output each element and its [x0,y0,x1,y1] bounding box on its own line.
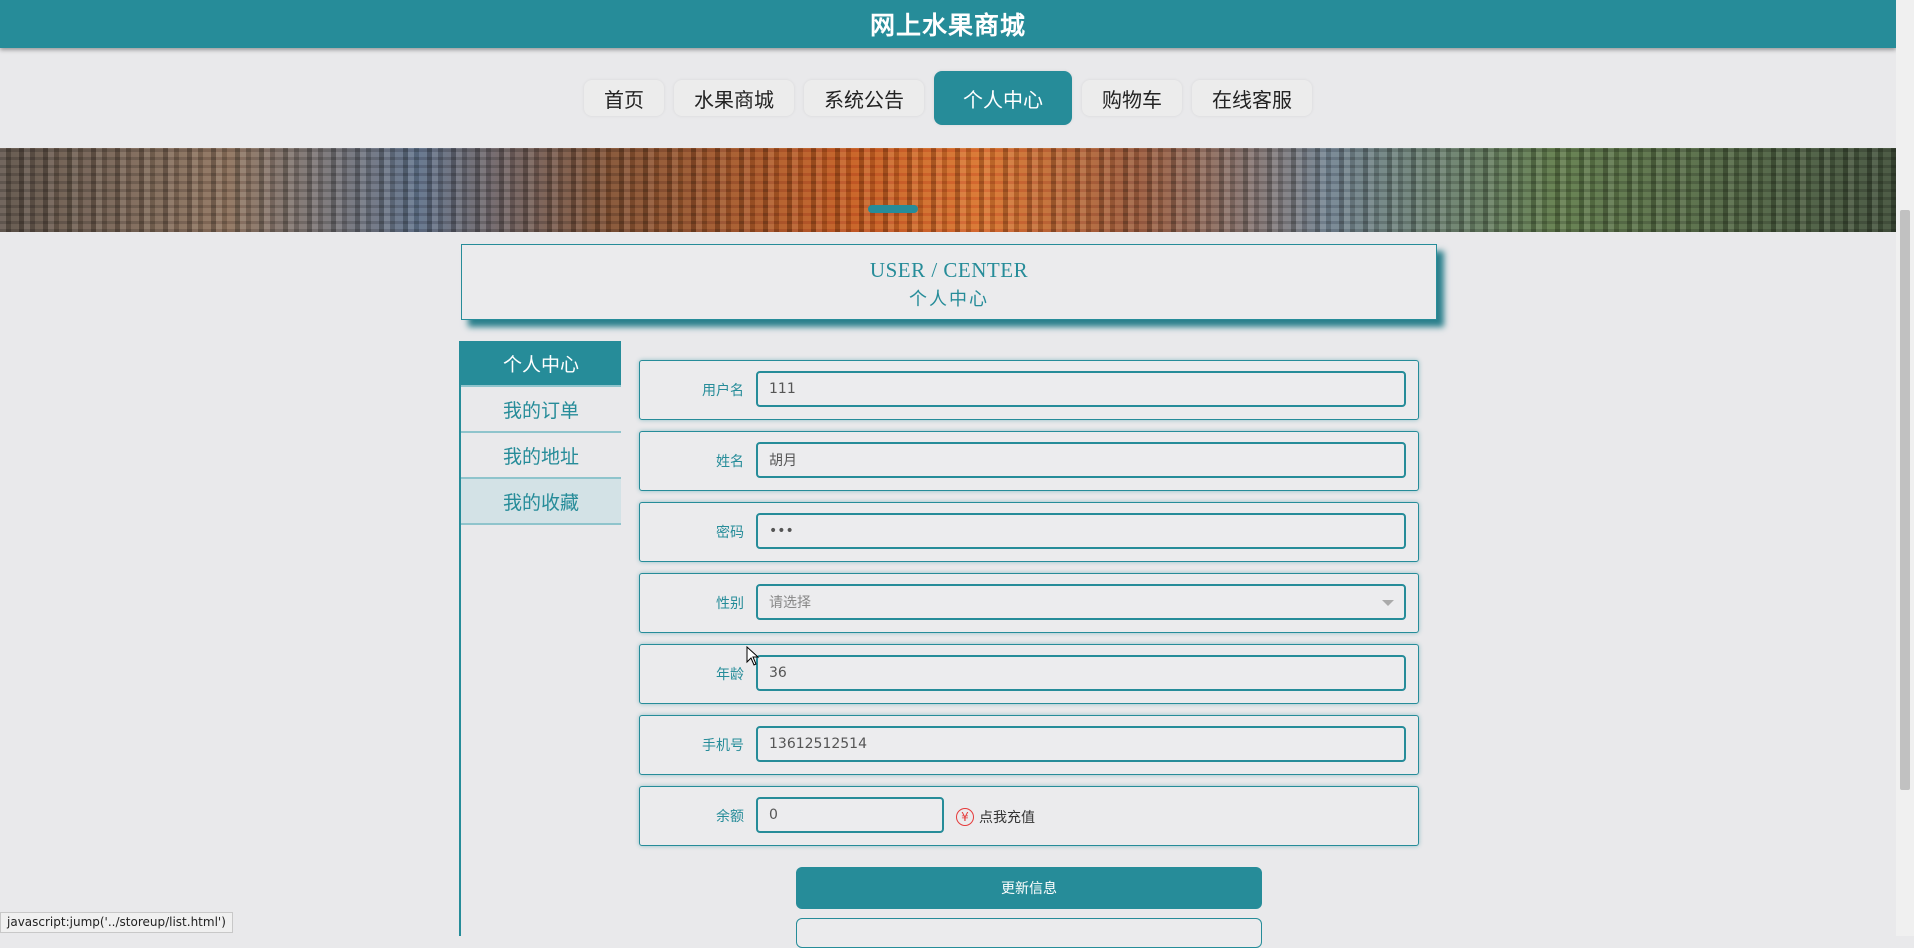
gender-select-value: 请选择 [769,595,811,611]
nav-announcements[interactable]: 系统公告 [804,80,924,116]
balance-label: 余额 [716,809,744,825]
page-title-cn: 个人中心 [909,289,989,309]
chevron-down-icon [1382,600,1394,606]
page-header-box: USER / CENTER 个人中心 [461,244,1437,320]
recharge-link[interactable]: ¥ 点我充值 [956,807,1035,827]
age-label: 年龄 [716,667,744,683]
carousel-indicator[interactable] [868,205,918,213]
name-label: 姓名 [716,454,744,470]
phone-label: 手机号 [702,738,744,754]
nav-online-service[interactable]: 在线客服 [1192,80,1312,116]
nav-cart[interactable]: 购物车 [1082,80,1182,116]
balance-input[interactable]: 0 [756,797,944,833]
scrollbar-thumb[interactable] [1900,210,1910,790]
browser-status-bar: javascript:jump('../storeup/list.html') [0,912,233,933]
site-title: 网上水果商城 [869,11,1026,40]
page-scrollbar[interactable] [1896,0,1914,936]
banner-texture-overlay [0,148,1896,232]
nav-fruit-mall[interactable]: 水果商城 [674,80,794,116]
form-row-password: 密码 ••• [639,502,1419,562]
form-row-gender: 性别 请选择 [639,573,1419,633]
secondary-button[interactable] [796,918,1262,948]
gender-label: 性别 [716,596,744,612]
top-header-bar: 网上水果商城 [0,0,1896,48]
username-label: 用户名 [702,383,744,399]
main-nav: 首页 水果商城 系统公告 个人中心 购物车 在线客服 [0,70,1896,126]
gender-select[interactable]: 请选择 [756,584,1406,620]
form-row-name: 姓名 胡月 [639,431,1419,491]
name-input[interactable]: 胡月 [756,442,1406,478]
password-label: 密码 [716,525,744,541]
phone-input[interactable]: 13612512514 [756,726,1406,762]
page-title-en: USER / CENTER [869,258,1029,282]
update-info-button[interactable]: 更新信息 [796,867,1262,909]
yen-icon: ¥ [956,808,974,826]
password-input[interactable]: ••• [756,513,1406,549]
username-input[interactable]: 111 [756,371,1406,407]
form-row-username: 用户名 111 [639,360,1419,420]
sidebar-item-my-address[interactable]: 我的地址 [461,433,621,479]
nav-home[interactable]: 首页 [584,80,664,116]
mouse-cursor-icon [746,646,760,666]
sidebar-item-my-favorites[interactable]: 我的收藏 [461,479,621,525]
age-input[interactable]: 36 [756,655,1406,691]
form-row-balance: 余额 0 ¥ 点我充值 [639,786,1419,846]
recharge-label: 点我充值 [979,810,1035,826]
sidebar-menu: 个人中心 我的订单 我的地址 我的收藏 [459,341,621,936]
sidebar-item-my-orders[interactable]: 我的订单 [461,387,621,433]
form-row-phone: 手机号 13612512514 [639,715,1419,775]
city-banner-image [0,148,1896,232]
nav-user-center[interactable]: 个人中心 [934,71,1072,125]
sidebar-item-user-center[interactable]: 个人中心 [461,341,621,387]
